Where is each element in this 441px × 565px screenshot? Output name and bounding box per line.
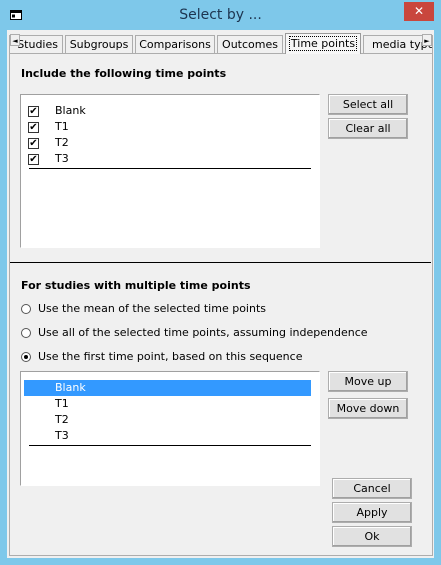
sequence-item-t1[interactable]: T1 (24, 396, 304, 412)
tab-scroll-left-icon[interactable]: ◄ (10, 34, 20, 46)
window-frame-left (0, 30, 7, 565)
sequence-item-t3[interactable]: T3 (24, 428, 304, 444)
move-down-button[interactable]: Move down (328, 398, 408, 419)
checkbox-t1[interactable]: ✔ (28, 122, 39, 133)
include-heading: Include the following time points (21, 67, 227, 80)
checkbox-blank[interactable]: ✔ (28, 106, 39, 117)
include-listbox[interactable]: ✔ Blank ✔ T1 ✔ T2 ✔ T3 (20, 94, 320, 248)
tab-time-points[interactable]: Time points (285, 33, 361, 54)
move-up-button[interactable]: Move up (328, 371, 408, 392)
multiple-heading: For studies with multiple time points (21, 279, 251, 292)
cancel-button[interactable]: Cancel (332, 478, 412, 499)
sequence-listbox[interactable]: Blank T1 T2 T3 (20, 371, 320, 486)
clear-all-button[interactable]: Clear all (328, 118, 408, 139)
checkbox-t3[interactable]: ✔ (28, 154, 39, 165)
apply-button[interactable]: Apply (332, 502, 412, 523)
sequence-item-blank[interactable]: Blank (24, 380, 311, 396)
title-bar[interactable]: Select by ... ✕ (0, 0, 441, 30)
tab-subgroups[interactable]: Subgroups (65, 35, 133, 53)
close-button[interactable]: ✕ (404, 2, 434, 21)
tab-strip: ◄ Studies Subgroups Comparisons Outcomes… (8, 32, 434, 54)
window-frame-right (434, 30, 441, 565)
tab-outcomes[interactable]: Outcomes (217, 35, 283, 53)
window-frame-bottom (0, 558, 441, 565)
select-all-button[interactable]: Select all (328, 94, 408, 115)
radio-mean[interactable] (21, 304, 31, 314)
tab-scroll-right-icon[interactable]: ► (422, 34, 432, 46)
radio-all-independent[interactable] (21, 328, 31, 338)
list-divider (29, 445, 311, 446)
sequence-item-t2[interactable]: T2 (24, 412, 304, 428)
checkbox-t2[interactable]: ✔ (28, 138, 39, 149)
include-item-t1[interactable]: ✔ T1 (24, 119, 304, 135)
window-title: Select by ... (179, 7, 262, 23)
list-divider (29, 168, 311, 169)
include-item-t3[interactable]: ✔ T3 (24, 151, 304, 167)
radio-first-time-point[interactable] (21, 352, 31, 362)
include-item-blank[interactable]: ✔ Blank (24, 103, 304, 119)
include-item-t2[interactable]: ✔ T2 (24, 135, 304, 151)
ok-button[interactable]: Ok (332, 526, 412, 547)
tab-comparisons[interactable]: Comparisons (135, 35, 215, 53)
dialog-window: Select by ... ✕ ◄ Studies Subgroups Comp… (0, 0, 441, 565)
section-divider (10, 262, 431, 263)
